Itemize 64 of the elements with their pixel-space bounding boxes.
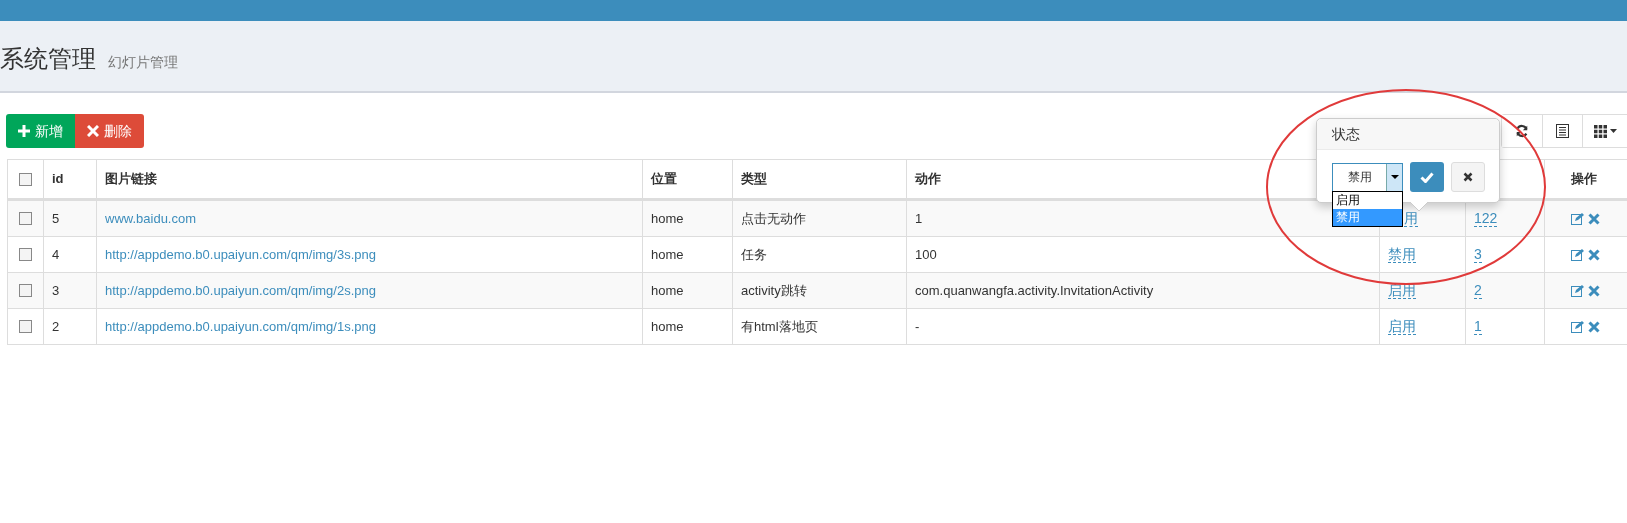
image-link[interactable]: http://appdemo.b0.upaiyun.com/qm/img/1s.png xyxy=(105,316,376,337)
type-cell-text: 点击无动作 xyxy=(741,209,806,228)
id-cell-text: 3 xyxy=(52,281,60,300)
status-select[interactable]: 禁用 xyxy=(1332,162,1403,192)
id-cell-text: 5 xyxy=(52,209,60,228)
image-link[interactable]: http://appdemo.b0.upaiyun.com/qm/img/3s.png xyxy=(105,244,376,265)
close-icon xyxy=(87,125,99,137)
image-link[interactable]: www.baidu.com xyxy=(105,208,197,229)
column-header: 图片链接 xyxy=(105,170,157,189)
position-cell-text: home xyxy=(651,281,684,300)
edit-icon[interactable] xyxy=(1571,212,1584,225)
delete-icon[interactable] xyxy=(1588,212,1600,225)
status-link[interactable]: 启用 xyxy=(1388,318,1416,335)
plus-icon xyxy=(18,125,30,137)
id-cell-text: 4 xyxy=(52,245,60,264)
delete-icon[interactable] xyxy=(1588,248,1600,261)
cancel-button[interactable] xyxy=(1451,162,1485,192)
checkbox[interactable] xyxy=(19,284,32,297)
column-header: id xyxy=(52,170,64,189)
column-header: 类型 xyxy=(741,170,767,189)
caret-icon xyxy=(1610,129,1617,133)
position-cell-text: home xyxy=(651,245,684,264)
count-link[interactable]: 122 xyxy=(1474,210,1498,227)
add-button[interactable]: 新增 xyxy=(6,114,75,148)
type-cell-text: 有html落地页 xyxy=(741,317,818,336)
page-subtitle: 幻灯片管理 xyxy=(108,53,178,72)
action-cell-text: 1 xyxy=(915,209,923,228)
delete-icon[interactable] xyxy=(1588,284,1600,297)
grid-icon xyxy=(1594,124,1607,138)
refresh-icon xyxy=(1515,124,1529,138)
column-header: 操作 xyxy=(1570,170,1597,189)
type-cell-text: activity跳转 xyxy=(741,281,807,300)
position-cell-text: home xyxy=(651,317,684,336)
checkbox[interactable] xyxy=(19,320,32,333)
caret-icon xyxy=(1390,175,1399,179)
delete-button[interactable]: 删除 xyxy=(75,114,144,148)
select-option[interactable]: 启用 xyxy=(1333,192,1402,209)
status-link[interactable]: 禁用 xyxy=(1388,246,1416,263)
delete-icon[interactable] xyxy=(1588,320,1600,333)
count-link[interactable]: 3 xyxy=(1474,246,1482,263)
select-option[interactable]: 禁用 xyxy=(1333,209,1402,226)
column-header: 动作 xyxy=(915,170,941,189)
close-icon xyxy=(1463,172,1473,182)
list-icon xyxy=(1556,124,1569,138)
position-cell-text: home xyxy=(651,209,684,228)
action-cell-text: com.quanwangfa.activity.InvitationActivity xyxy=(915,281,1154,300)
count-link[interactable]: 1 xyxy=(1474,318,1482,335)
image-link[interactable]: http://appdemo.b0.upaiyun.com/qm/img/2s.png xyxy=(105,280,376,301)
popover-title: 状态 xyxy=(1332,124,1360,144)
action-cell-text: - xyxy=(915,317,920,336)
count-link[interactable]: 2 xyxy=(1474,282,1482,299)
page-title: 系统管理 xyxy=(0,44,96,74)
id-cell-text: 2 xyxy=(52,317,60,336)
column-header: 位置 xyxy=(651,170,677,189)
check-icon xyxy=(1420,171,1434,183)
edit-icon[interactable] xyxy=(1571,248,1584,261)
action-cell-text: 100 xyxy=(915,245,937,264)
checkbox[interactable] xyxy=(19,212,32,225)
edit-icon[interactable] xyxy=(1571,284,1584,297)
edit-icon[interactable] xyxy=(1571,320,1584,333)
type-cell-text: 任务 xyxy=(741,245,767,264)
checkbox[interactable] xyxy=(19,172,32,186)
confirm-button[interactable] xyxy=(1410,162,1444,192)
checkbox[interactable] xyxy=(19,248,32,261)
